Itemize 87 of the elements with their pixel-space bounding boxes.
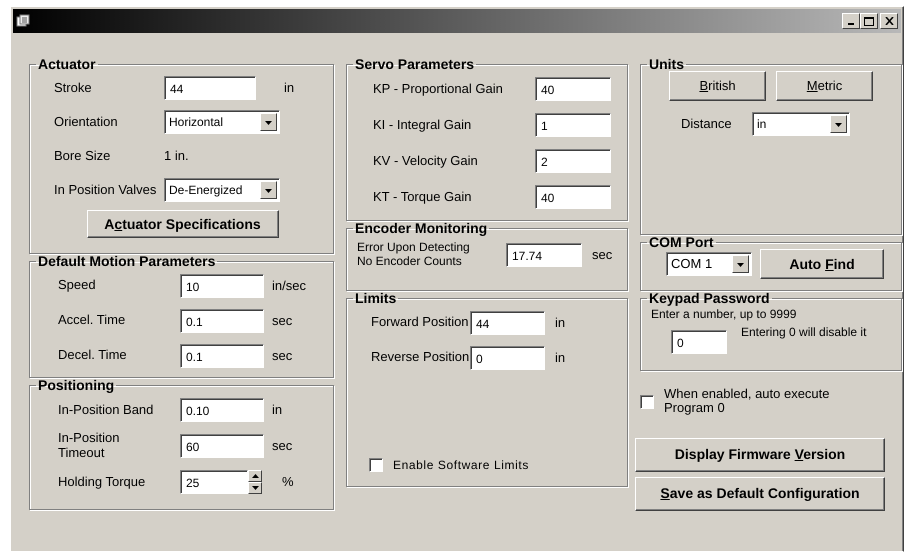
text-field[interactable]: 44 xyxy=(164,76,256,100)
unit-label: sec xyxy=(272,437,292,456)
spin-down-button[interactable] xyxy=(248,482,262,494)
unit-label: in xyxy=(272,401,282,420)
dropdown-arrow-button[interactable] xyxy=(260,113,277,131)
dropdown-arrow-button[interactable] xyxy=(260,181,277,199)
dropdown-arrow-button[interactable] xyxy=(732,255,749,273)
unit-button[interactable]: British xyxy=(669,71,766,101)
field-label: In-Position Timeout xyxy=(57,431,120,461)
field-label: Stroke xyxy=(53,80,93,96)
app-icon xyxy=(16,14,32,28)
checkbox[interactable] xyxy=(640,395,654,409)
auto-find-button[interactable]: Auto Find xyxy=(760,249,884,279)
unit-button[interactable]: Metric xyxy=(776,71,873,101)
group-title: Units xyxy=(648,57,685,71)
group-title: Encoder Monitoring xyxy=(354,221,488,235)
field-label: Distance xyxy=(681,116,733,132)
field-label: Forward Position xyxy=(370,315,470,330)
unit-label: in/sec xyxy=(272,276,306,295)
dropdown[interactable]: Horizontal xyxy=(164,110,280,134)
field-label: In Position Valves xyxy=(53,182,158,198)
dropdown[interactable]: COM 1 xyxy=(666,252,752,276)
field-label: In-Position Band xyxy=(57,402,154,418)
group-title: Servo Parameters xyxy=(354,57,476,71)
text-field[interactable]: 0.1 xyxy=(180,344,264,368)
spin-field[interactable]: 25 xyxy=(180,470,248,494)
maximize-button[interactable] xyxy=(860,13,878,29)
unit-label: in xyxy=(555,348,566,367)
checkbox[interactable] xyxy=(369,458,383,472)
caret-icon xyxy=(736,261,745,267)
spin-up-button[interactable] xyxy=(248,470,262,482)
field-label: KI - Integral Gain xyxy=(372,118,472,132)
field-label: KV - Velocity Gain xyxy=(372,154,479,168)
unit-label: sec xyxy=(592,246,612,264)
close-icon xyxy=(884,17,894,25)
dropdown-arrow-button[interactable] xyxy=(830,115,847,133)
text-field[interactable]: 44 xyxy=(470,310,545,334)
caret-icon xyxy=(264,187,273,193)
dropdown[interactable]: in xyxy=(752,112,850,136)
hint-text: Enter a number, up to 9999 xyxy=(651,306,796,323)
unit-label: in xyxy=(555,314,566,332)
value-text: 1 in. xyxy=(164,147,189,166)
checkbox-label: Enable Software Limits xyxy=(393,456,529,474)
close-button[interactable] xyxy=(880,13,898,29)
unit-label: in xyxy=(284,79,294,98)
text-field[interactable]: 0.1 xyxy=(180,308,264,332)
group-title: Actuator xyxy=(37,57,97,71)
field-label: Accel. Time xyxy=(57,313,126,328)
unit-label: % xyxy=(282,473,294,492)
text-field[interactable]: 0 xyxy=(470,346,545,370)
text-field[interactable]: 0.10 xyxy=(180,398,264,422)
field-label: Orientation xyxy=(53,114,119,130)
caret-icon xyxy=(264,119,273,125)
unit-label: sec xyxy=(272,312,292,330)
minimize-button[interactable] xyxy=(842,13,860,29)
up-arrow-icon xyxy=(252,474,258,478)
group-title: Keypad Password xyxy=(648,291,771,305)
text-field[interactable]: 2 xyxy=(535,149,611,173)
checkbox-label: When enabled, auto execute Program 0 xyxy=(664,387,831,416)
field-label: Decel. Time xyxy=(57,348,128,363)
specifications-button[interactable]: Actuator Specifications xyxy=(86,210,278,238)
field-label: KP - Proportional Gain xyxy=(372,82,504,96)
text-field[interactable]: 1 xyxy=(535,113,611,137)
unit-label: sec xyxy=(272,346,292,365)
group-title: COM Port xyxy=(648,235,715,249)
caret-icon xyxy=(834,121,843,127)
password-field[interactable]: 0 xyxy=(671,330,727,354)
dropdown[interactable]: De-Energized xyxy=(164,178,280,202)
field-label: Holding Torque xyxy=(57,474,146,490)
hint-text: Entering 0 will disable it xyxy=(741,326,866,340)
maximize-icon xyxy=(864,16,874,26)
text-field[interactable]: 10 xyxy=(180,274,264,298)
text-field[interactable]: 40 xyxy=(535,77,611,101)
down-arrow-icon xyxy=(252,486,258,490)
field-label: Reverse Position xyxy=(370,350,470,365)
text-field[interactable]: 60 xyxy=(180,434,264,458)
action-button[interactable]: Save as Default Configuration xyxy=(635,476,885,511)
field-label: Speed xyxy=(57,278,97,293)
text-field[interactable]: 40 xyxy=(535,185,611,209)
field-label: KT - Torque Gain xyxy=(372,190,473,204)
group-title: Limits xyxy=(354,291,398,305)
action-button[interactable]: Display Firmware Version xyxy=(635,438,885,472)
text-field[interactable]: 17.74 xyxy=(506,243,582,267)
field-label: Error Upon Detecting No Encoder Counts xyxy=(357,241,471,269)
group-title: Default Motion Parameters xyxy=(37,254,216,268)
field-label: Bore Size xyxy=(53,148,112,164)
group-title: Positioning xyxy=(37,378,116,392)
